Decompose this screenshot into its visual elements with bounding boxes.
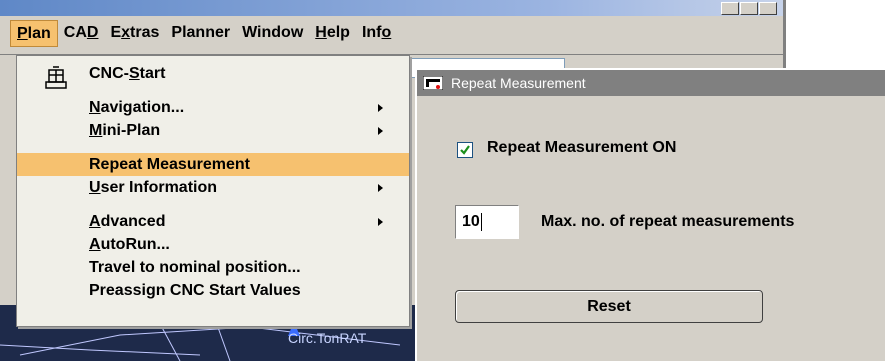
plan-menu-dropdown: CNC-Start Navigation... Mini-Plan Repeat… xyxy=(16,55,410,327)
menu-item-advanced[interactable]: Advanced xyxy=(17,210,409,233)
cad-feature-label: Circ.TonRAT xyxy=(288,330,367,346)
screen: Plan CAD Extras Planner Window Help Info… xyxy=(0,0,885,361)
reset-button[interactable]: Reset xyxy=(455,290,763,323)
window-title-bar xyxy=(0,0,783,16)
app-logo-icon xyxy=(423,76,443,90)
dialog-title: Repeat Measurement xyxy=(451,75,586,91)
repeat-measurement-checkbox[interactable] xyxy=(457,142,473,158)
menu-planner[interactable]: Planner xyxy=(165,20,236,47)
submenu-arrow-icon xyxy=(378,104,383,112)
repeat-measurement-dialog: Repeat Measurement Repeat Measurement ON… xyxy=(415,68,885,361)
menu-item-travel-to-nominal[interactable]: Travel to nominal position... xyxy=(17,256,409,279)
menu-item-mini-plan[interactable]: Mini-Plan xyxy=(17,119,409,142)
menu-extras[interactable]: Extras xyxy=(104,20,165,47)
menu-bar: Plan CAD Extras Planner Window Help Info xyxy=(10,20,397,47)
menu-plan[interactable]: Plan xyxy=(10,20,58,47)
text-caret xyxy=(480,212,482,231)
minimize-button[interactable] xyxy=(721,2,739,15)
menu-cad[interactable]: CAD xyxy=(58,20,105,47)
checkmark-icon xyxy=(460,145,470,155)
menu-item-cnc-start[interactable]: CNC-Start xyxy=(17,62,409,89)
menu-item-preassign-cnc[interactable]: Preassign CNC Start Values xyxy=(17,279,409,302)
submenu-arrow-icon xyxy=(378,127,383,135)
repeat-count-label: Max. no. of repeat measurements xyxy=(541,213,795,230)
menu-window[interactable]: Window xyxy=(236,20,309,47)
close-button[interactable] xyxy=(759,2,777,15)
menu-item-autorun[interactable]: AutoRun... xyxy=(17,233,409,256)
cnc-machine-icon xyxy=(45,66,67,89)
repeat-count-input[interactable]: 10 xyxy=(455,205,519,239)
menu-item-user-information[interactable]: User Information xyxy=(17,176,409,199)
maximize-button[interactable] xyxy=(740,2,758,15)
submenu-arrow-icon xyxy=(378,218,383,226)
menu-info[interactable]: Info xyxy=(356,20,397,47)
menu-item-repeat-measurement[interactable]: Repeat Measurement xyxy=(17,153,409,176)
submenu-arrow-icon xyxy=(378,184,383,192)
menu-item-navigation[interactable]: Navigation... xyxy=(17,96,409,119)
dialog-title-bar[interactable]: Repeat Measurement xyxy=(417,70,885,96)
menu-help[interactable]: Help xyxy=(309,20,356,47)
checkbox-label: Repeat Measurement ON xyxy=(487,139,677,156)
